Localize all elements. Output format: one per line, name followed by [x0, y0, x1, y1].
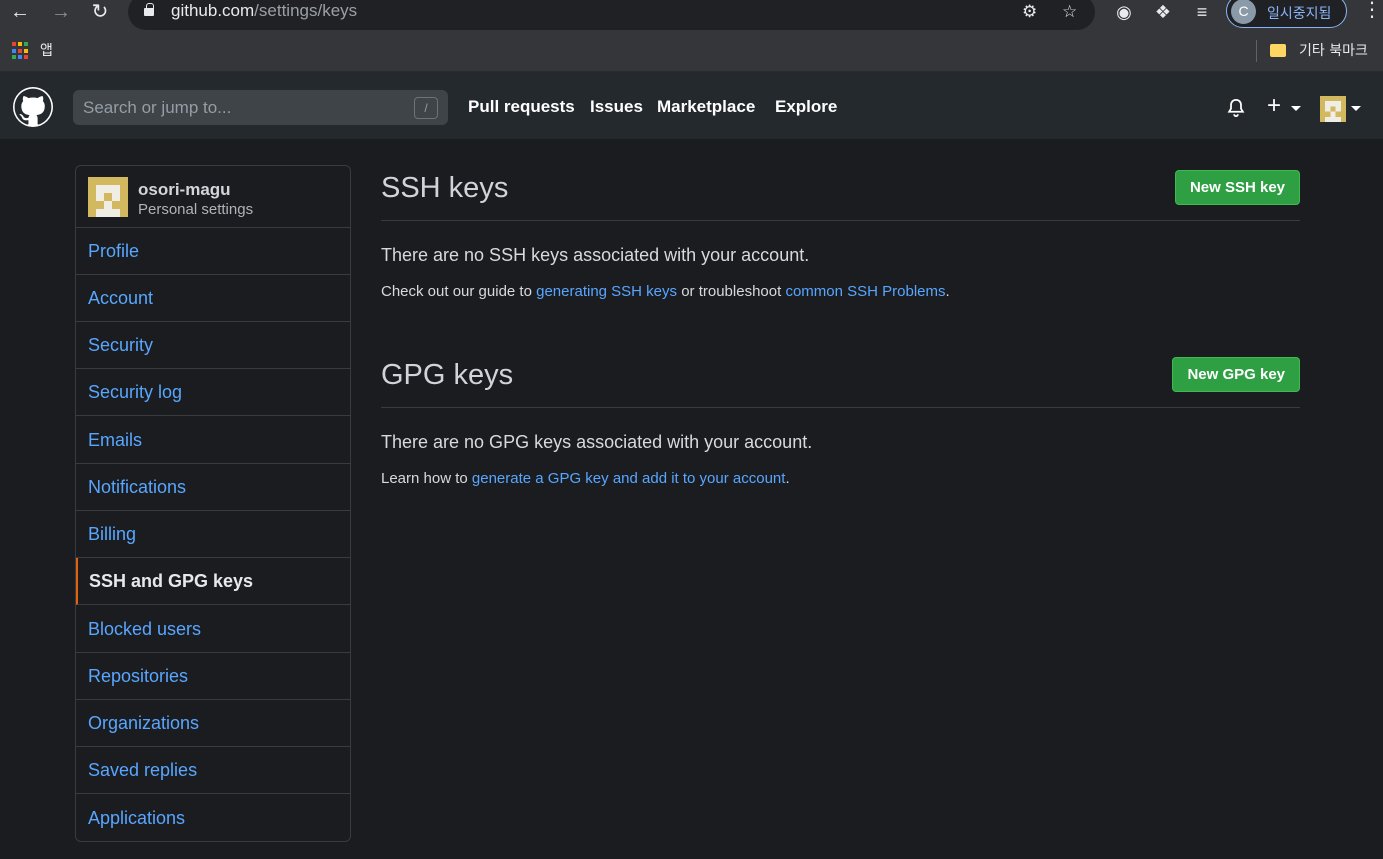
media-queue-icon[interactable]: ≡: [1190, 0, 1214, 24]
nav-pull-requests[interactable]: Pull requests: [468, 97, 575, 117]
sidebar-item-security[interactable]: Security: [76, 322, 350, 369]
create-new-icon[interactable]: +: [1267, 94, 1281, 118]
sidebar-header: osori-magu Personal settings: [76, 166, 350, 228]
sidebar-item-label: Account: [88, 288, 154, 308]
profile-avatar: C: [1231, 0, 1256, 24]
ssh-keys-title: SSH keys: [381, 172, 509, 204]
bookmarks-divider: [1256, 40, 1257, 62]
forward-icon[interactable]: →: [49, 0, 73, 24]
sidebar-item-label: Saved replies: [88, 760, 198, 780]
nav-marketplace[interactable]: Marketplace: [657, 97, 755, 117]
section-divider: [381, 220, 1300, 221]
reload-icon[interactable]: ↻: [88, 0, 112, 24]
sidebar-item-applications[interactable]: Applications: [76, 795, 350, 841]
common-ssh-problems-link[interactable]: common SSH Problems: [785, 283, 945, 300]
notifications-bell-icon[interactable]: [1226, 98, 1246, 118]
gpg-note-suffix: .: [785, 470, 790, 487]
ssh-note-prefix: Check out our guide to: [381, 283, 537, 300]
url-path: /settings/keys: [254, 1, 358, 20]
folder-icon[interactable]: [1270, 44, 1286, 57]
chrome-menu-icon[interactable]: ⋮: [1362, 0, 1382, 24]
other-bookmarks[interactable]: 기타 북마크: [1299, 40, 1368, 60]
section-divider: [381, 407, 1300, 408]
gpg-help-note: Learn how to generate a GPG key and add …: [381, 470, 790, 487]
sidebar-item-notifications[interactable]: Notifications: [76, 464, 350, 511]
new-gpg-key-button[interactable]: New GPG key: [1172, 357, 1300, 392]
search-input[interactable]: [73, 90, 448, 125]
create-menu-chevron-down-icon[interactable]: [1291, 106, 1301, 111]
apps-grid-icon[interactable]: [12, 42, 30, 60]
url-host: github.com: [171, 1, 255, 20]
sidebar-item-label: Organizations: [88, 713, 200, 733]
sidebar-item-repositories[interactable]: Repositories: [76, 653, 350, 700]
sidebar-item-organizations[interactable]: Organizations: [76, 700, 350, 747]
sidebar-item-security-log[interactable]: Security log: [76, 369, 350, 416]
settings-sidebar: osori-magu Personal settings Profile Acc…: [75, 165, 351, 842]
sidebar-item-emails[interactable]: Emails: [76, 417, 350, 464]
extension-owl-icon[interactable]: ◉: [1112, 0, 1136, 24]
gpg-keys-title: GPG keys: [381, 359, 514, 391]
generate-gpg-key-link[interactable]: generate a GPG key and add it to your ac…: [472, 470, 786, 487]
gpg-empty-message: There are no GPG keys associated with yo…: [381, 432, 813, 452]
user-avatar[interactable]: [1320, 96, 1346, 122]
translate-icon[interactable]: ⚙: [1022, 2, 1037, 22]
generating-ssh-keys-link[interactable]: generating SSH keys: [536, 283, 677, 300]
github-logo-icon[interactable]: [13, 87, 53, 127]
sidebar-item-label: Applications: [88, 808, 186, 828]
sidebar-item-label: Security: [88, 335, 154, 355]
sidebar-item-label: Emails: [88, 430, 143, 450]
sidebar-item-account[interactable]: Account: [76, 275, 350, 322]
sidebar-item-label: Profile: [88, 241, 140, 261]
sidebar-item-ssh-gpg-keys[interactable]: SSH and GPG keys: [76, 558, 350, 605]
new-ssh-key-button[interactable]: New SSH key: [1174, 170, 1300, 205]
lock-icon: [144, 3, 154, 16]
puzzle-icon[interactable]: ❖: [1151, 0, 1175, 24]
user-menu-chevron-down-icon[interactable]: [1351, 106, 1361, 111]
browser-toolbar: ← → ↻ github.com/settings/keys ⚙ ☆ ◉ ❖ ≡…: [0, 0, 1383, 36]
ssh-keys-section: SSH keys New SSH key There are no SSH ke…: [381, 165, 1300, 315]
profile-status: 일시중지됨: [1267, 6, 1332, 22]
url-text[interactable]: github.com/settings/keys: [171, 1, 357, 21]
apps-label[interactable]: 앱: [40, 40, 53, 60]
ssh-note-suffix: .: [945, 283, 950, 300]
sidebar-item-label: Blocked users: [88, 619, 202, 639]
nav-issues[interactable]: Issues: [590, 97, 643, 117]
sidebar-item-profile[interactable]: Profile: [76, 228, 350, 275]
search-shortcut-key: /: [414, 97, 438, 119]
sidebar-username[interactable]: osori-magu: [138, 180, 231, 200]
search-box[interactable]: /: [73, 90, 448, 125]
sidebar-item-billing[interactable]: Billing: [76, 511, 350, 558]
github-header: / Pull requests Issues Marketplace Explo…: [0, 72, 1383, 139]
bookmark-star-icon[interactable]: ☆: [1062, 2, 1077, 22]
avatar[interactable]: [88, 177, 128, 217]
bookmarks-bar: 앱 기타 북마크: [0, 36, 1383, 72]
back-icon[interactable]: ←: [8, 0, 32, 24]
sidebar-item-label: SSH and GPG keys: [89, 571, 254, 591]
address-bar[interactable]: github.com/settings/keys ⚙ ☆: [128, 0, 1095, 30]
sidebar-item-label: Notifications: [88, 477, 187, 497]
sidebar-subtitle: Personal settings: [138, 201, 254, 218]
sidebar-item-label: Repositories: [88, 666, 189, 686]
gpg-note-prefix: Learn how to: [381, 470, 472, 487]
gpg-keys-section: GPG keys New GPG key There are no GPG ke…: [381, 352, 1300, 502]
profile-button[interactable]: C 일시중지됨: [1226, 0, 1347, 28]
sidebar-item-label: Security log: [88, 382, 183, 402]
ssh-note-middle: or troubleshoot: [677, 283, 786, 300]
nav-explore[interactable]: Explore: [775, 97, 837, 117]
sidebar-item-saved-replies[interactable]: Saved replies: [76, 747, 350, 794]
sidebar-item-blocked-users[interactable]: Blocked users: [76, 606, 350, 653]
ssh-empty-message: There are no SSH keys associated with yo…: [381, 245, 810, 265]
ssh-help-note: Check out our guide to generating SSH ke…: [381, 283, 950, 300]
sidebar-item-label: Billing: [88, 524, 137, 544]
